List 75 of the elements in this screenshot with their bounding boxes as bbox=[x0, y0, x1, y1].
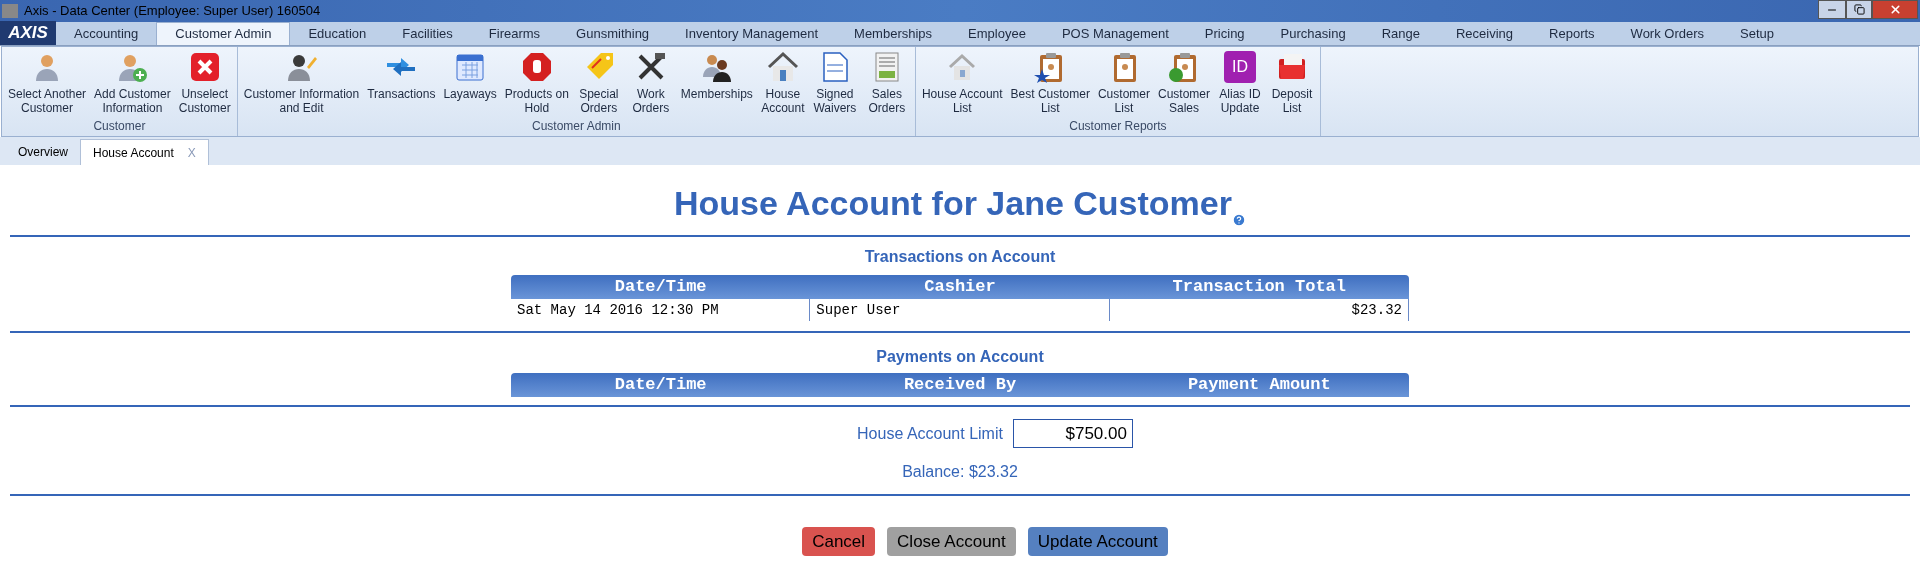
menu-tab[interactable]: Education bbox=[290, 22, 385, 45]
ribbon-button[interactable]: Layaways bbox=[439, 51, 501, 117]
ribbon-button[interactable]: Customer Sales bbox=[1153, 51, 1214, 117]
table-cell-text: $23.32 bbox=[1351, 300, 1402, 320]
ribbon-button[interactable]: Sales Orders bbox=[860, 51, 913, 117]
column-header: Payment Amount bbox=[1186, 374, 1332, 397]
id-icon: ID bbox=[1224, 51, 1256, 83]
menu-tab[interactable]: Pricing bbox=[1186, 22, 1263, 45]
restore-icon bbox=[1853, 4, 1865, 15]
window-title: Axis - Data Center (Employee: Super User) 160504 bbox=[24, 2, 321, 21]
menu-tab[interactable]: Range bbox=[1363, 22, 1438, 45]
ribbon-button[interactable]: Best Customer List bbox=[1006, 51, 1094, 117]
column-header: Cashier bbox=[923, 276, 997, 299]
limit-field[interactable]: $750.00 bbox=[1012, 419, 1133, 448]
ribbon-button[interactable]: Signed Waivers bbox=[808, 51, 861, 117]
close-icon bbox=[1888, 3, 1902, 16]
menu-tab[interactable]: Inventory Management bbox=[667, 22, 837, 45]
section-title: Payments on Account bbox=[875, 347, 1045, 367]
menu-tab[interactable]: Facilities bbox=[384, 22, 471, 45]
menu-tab[interactable]: Purchasing bbox=[1262, 22, 1364, 45]
ribbon-button[interactable]: Memberships bbox=[676, 51, 757, 117]
ribbon-button[interactable]: Select Another Customer bbox=[4, 51, 91, 117]
table-cell-text: Super User bbox=[816, 300, 901, 320]
ribbon-button[interactable]: Products on Hold bbox=[500, 51, 573, 117]
ribbon-button[interactable]: Deposit List bbox=[1266, 51, 1318, 117]
menu-tab[interactable]: Work Orders bbox=[1612, 22, 1723, 45]
action-button[interactable]: Cancel bbox=[802, 527, 876, 556]
ribbon-button[interactable]: ID Alias ID Update bbox=[1214, 51, 1266, 117]
calendar-icon bbox=[454, 51, 487, 83]
page-title: House Account for Jane Customer bbox=[674, 183, 1232, 224]
field-label: House Account Limit bbox=[857, 423, 1003, 444]
tab-label: House Account bbox=[93, 144, 174, 162]
ribbon-button[interactable]: Work Orders bbox=[624, 51, 677, 117]
menu-tab[interactable]: Receiving bbox=[1437, 22, 1532, 45]
close-button[interactable] bbox=[1872, 0, 1918, 19]
menu-tab[interactable]: Customer Admin bbox=[156, 22, 291, 45]
menu-tab[interactable]: Employee bbox=[950, 22, 1044, 45]
action-button[interactable]: Update Account bbox=[1027, 527, 1168, 556]
ribbon-button[interactable]: Add Customer Information bbox=[90, 51, 175, 117]
minimize-button[interactable] bbox=[1818, 0, 1846, 19]
balance-text: Balance: $23.32 bbox=[901, 462, 1019, 482]
menu-tab[interactable]: Firearms bbox=[470, 22, 559, 45]
column-header: Received By bbox=[902, 374, 1018, 397]
menu-tab[interactable]: Reports bbox=[1531, 22, 1613, 45]
ribbon-button[interactable]: House Account bbox=[756, 51, 809, 117]
menu-tab[interactable]: POS Management bbox=[1043, 22, 1187, 45]
ribbon-button[interactable]: Customer List bbox=[1093, 51, 1154, 117]
menu-tab[interactable]: Gunsmithing bbox=[558, 22, 668, 45]
menu-tab[interactable]: Memberships bbox=[836, 22, 951, 45]
logo: AXIS bbox=[0, 21, 56, 45]
group-title: Customer bbox=[92, 118, 147, 135]
house-icon bbox=[766, 51, 799, 83]
tab-label: Overview bbox=[18, 144, 68, 161]
column-header: Date/Time bbox=[613, 276, 708, 299]
group-title: Customer Reports bbox=[1068, 118, 1168, 135]
help-icon[interactable] bbox=[1231, 213, 1246, 227]
restore-button[interactable] bbox=[1846, 0, 1872, 19]
document-tab[interactable]: Overview bbox=[6, 139, 80, 165]
menu-tab[interactable]: Setup bbox=[1722, 22, 1792, 45]
close-icon bbox=[188, 51, 221, 83]
document-tab[interactable]: House Account X bbox=[80, 139, 209, 165]
column-header: Date/Time bbox=[613, 374, 708, 397]
action-button[interactable]: Close Account bbox=[887, 527, 1016, 556]
app-icon bbox=[2, 4, 18, 18]
ribbon-button[interactable]: Unselect Customer bbox=[174, 51, 235, 117]
ribbon-button[interactable]: Transactions bbox=[363, 51, 440, 117]
ribbon-button[interactable]: Special Orders bbox=[572, 51, 625, 117]
menu-tab[interactable]: Accounting bbox=[56, 22, 157, 45]
section-title: Transactions on Account bbox=[863, 247, 1057, 267]
ribbon-button[interactable]: Customer Information and Edit bbox=[239, 51, 364, 117]
stop-hand-icon bbox=[520, 51, 553, 83]
column-header: Transaction Total bbox=[1171, 276, 1348, 299]
table-cell-text: Sat May 14 2016 12:30 PM bbox=[517, 300, 719, 320]
group-title: Customer Admin bbox=[530, 118, 622, 135]
ribbon-button[interactable]: House Account List bbox=[917, 51, 1007, 117]
